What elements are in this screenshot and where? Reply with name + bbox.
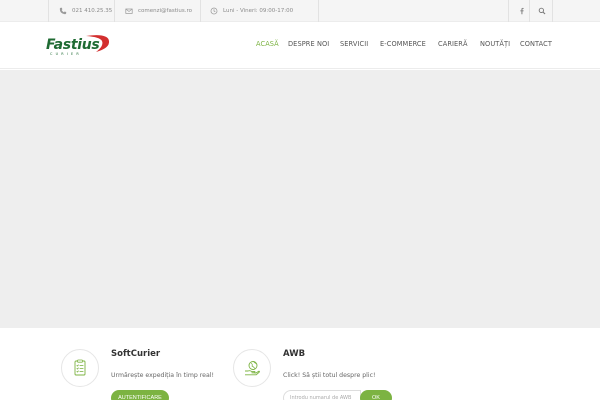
nav-item-noutati[interactable]: NOUTĂȚI xyxy=(480,40,510,48)
nav-item-servicii[interactable]: SERVICII xyxy=(340,40,368,48)
awb-title: AWB xyxy=(283,349,306,359)
search-toggle[interactable] xyxy=(537,0,551,22)
clock-icon xyxy=(209,7,218,16)
phone-number: 021 410.25.35 xyxy=(72,8,113,14)
softcurier-description: Urmărește expediția în timp real! xyxy=(111,372,214,379)
phone-icon xyxy=(58,7,67,16)
opening-hours: Luni - Vineri: 09:00-17:00 xyxy=(223,8,294,14)
topbar-divider xyxy=(318,0,319,22)
search-icon xyxy=(537,7,546,16)
logo-tagline: CURIER xyxy=(50,52,82,56)
hero-slider xyxy=(0,70,600,328)
top-info-bar: 021 410.25.35 comenzi@fastius.ro Luni - … xyxy=(0,0,600,22)
checklist-icon xyxy=(74,359,86,376)
awb-number-input[interactable] xyxy=(283,390,361,400)
nav-item-e-commerce[interactable]: E-COMMERCE xyxy=(380,40,426,48)
page: 021 410.25.35 comenzi@fastius.ro Luni - … xyxy=(0,0,600,400)
topbar-divider xyxy=(508,0,509,22)
topbar-divider xyxy=(114,0,115,22)
nav-item-cariera[interactable]: CARIERĂ xyxy=(438,40,468,48)
envelope-icon xyxy=(124,7,133,16)
topbar-hours: Luni - Vineri: 09:00-17:00 xyxy=(209,0,293,22)
email-address: comenzi@fastius.ro xyxy=(138,8,192,14)
facebook-icon xyxy=(517,7,526,16)
topbar-divider xyxy=(529,0,530,22)
globe-in-hand-icon xyxy=(245,361,260,376)
nav-item-acasa[interactable]: ACASĂ xyxy=(256,40,279,48)
awb-description: Click! Să știi totul despre plic! xyxy=(283,372,376,379)
softcurier-login-button[interactable]: AUTENTIFICARE xyxy=(111,390,169,400)
awb-icon-badge xyxy=(233,349,271,387)
topbar-divider xyxy=(552,0,553,22)
logo-wordmark: Fastius xyxy=(46,37,100,53)
nav-item-contact[interactable]: CONTACT xyxy=(520,40,552,48)
site-logo[interactable]: Fastius CURIER xyxy=(46,33,114,59)
main-header: Fastius CURIER ACASĂ DESPRE NOI SERVICII… xyxy=(0,22,600,69)
services-row: SoftCurier Urmărește expediția în timp r… xyxy=(0,328,600,400)
awb-submit-button[interactable]: OK xyxy=(360,390,392,400)
softcurier-icon-badge xyxy=(61,349,99,387)
topbar-phone[interactable]: 021 410.25.35 xyxy=(58,0,112,22)
topbar-divider xyxy=(48,0,49,22)
nav-item-despre-noi[interactable]: DESPRE NOI xyxy=(288,40,329,48)
softcurier-title: SoftCurier xyxy=(111,349,161,359)
topbar-divider xyxy=(200,0,201,22)
topbar-email[interactable]: comenzi@fastius.ro xyxy=(124,0,192,22)
